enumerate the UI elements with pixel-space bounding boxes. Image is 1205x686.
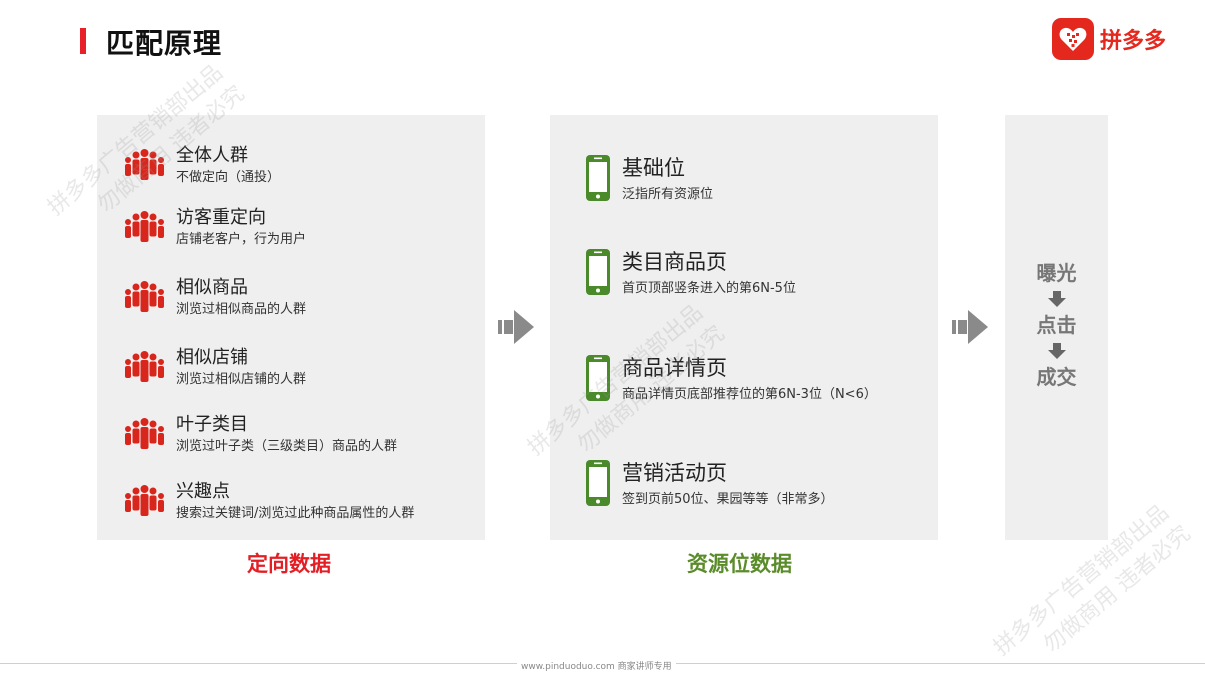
footer-text: www.pinduoduo.com 商家讲师专用 — [517, 659, 676, 672]
arrow-right-icon — [498, 310, 534, 344]
targeting-item: 兴趣点 搜索过关键词/浏览过此种商品属性的人群 — [97, 477, 485, 527]
targeting-item-title: 相似商品 — [176, 277, 248, 298]
funnel-step-click: 点击 — [1036, 313, 1077, 337]
resource-item-desc: 泛指所有资源位 — [622, 187, 714, 202]
mobile-phone-icon — [586, 155, 610, 201]
mobile-phone-icon — [586, 249, 610, 295]
resource-item: 营销活动页 签到页前50位、果园等等（非常多） — [550, 457, 938, 513]
targeting-item-desc: 店铺老客户，行为用户 — [176, 232, 307, 247]
resource-caption: 资源位数据 — [687, 552, 792, 576]
targeting-item: 相似商品 浏览过相似商品的人群 — [97, 273, 485, 323]
targeting-item-desc: 搜索过关键词/浏览过此种商品属性的人群 — [176, 506, 415, 521]
resource-item: 类目商品页 首页顶部竖条进入的第6N-5位 — [550, 246, 938, 302]
targeting-item-desc: 浏览过相似商品的人群 — [176, 302, 307, 317]
funnel-step-conversion: 成交 — [1036, 365, 1077, 389]
arrow-down-icon — [1047, 343, 1066, 359]
targeting-item-desc: 不做定向（通投） — [176, 170, 281, 185]
people-group-icon — [125, 211, 164, 242]
targeting-caption: 定向数据 — [247, 552, 331, 576]
arrow-down-icon — [1047, 291, 1066, 307]
brand-logo: 拼多多 — [1052, 18, 1166, 60]
targeting-item-title: 相似店铺 — [176, 347, 248, 368]
resource-item-desc: 签到页前50位、果园等等（非常多） — [622, 492, 834, 507]
people-group-icon — [125, 351, 164, 382]
resource-item-title: 基础位 — [622, 156, 685, 180]
targeting-item: 相似店铺 浏览过相似店铺的人群 — [97, 343, 485, 393]
page-title: 匹配原理 — [106, 27, 223, 60]
funnel-panel: 曝光 点击 成交 — [1005, 115, 1108, 540]
targeting-item-desc: 浏览过相似店铺的人群 — [176, 372, 307, 387]
people-group-icon — [125, 485, 164, 516]
title-accent-bar — [80, 28, 86, 54]
resource-item-title: 营销活动页 — [622, 461, 727, 485]
targeting-item-title: 叶子类目 — [176, 414, 248, 435]
people-group-icon — [125, 418, 164, 449]
people-group-icon — [125, 281, 164, 312]
logo-icon — [1052, 18, 1094, 60]
funnel-steps: 曝光 点击 成交 — [1005, 260, 1108, 390]
mobile-phone-icon — [586, 460, 610, 506]
resource-panel: 基础位 泛指所有资源位 类目商品页 首页顶部竖条进入的第6N-5位 商品详情页 … — [550, 115, 938, 540]
funnel-step-exposure: 曝光 — [1036, 261, 1077, 285]
logo-wordmark: 拼多多 — [1100, 29, 1167, 54]
targeting-item-desc: 浏览过叶子类（三级类目）商品的人群 — [176, 439, 398, 454]
resource-item-title: 类目商品页 — [622, 250, 727, 274]
targeting-item: 访客重定向 店铺老客户，行为用户 — [97, 203, 485, 253]
resource-item: 基础位 泛指所有资源位 — [550, 152, 938, 208]
targeting-item-title: 兴趣点 — [176, 481, 230, 502]
targeting-item: 叶子类目 浏览过叶子类（三级类目）商品的人群 — [97, 410, 485, 460]
targeting-item-title: 访客重定向 — [176, 207, 266, 228]
resource-item-desc: 首页顶部竖条进入的第6N-5位 — [622, 281, 796, 296]
arrow-right-icon — [952, 310, 988, 344]
